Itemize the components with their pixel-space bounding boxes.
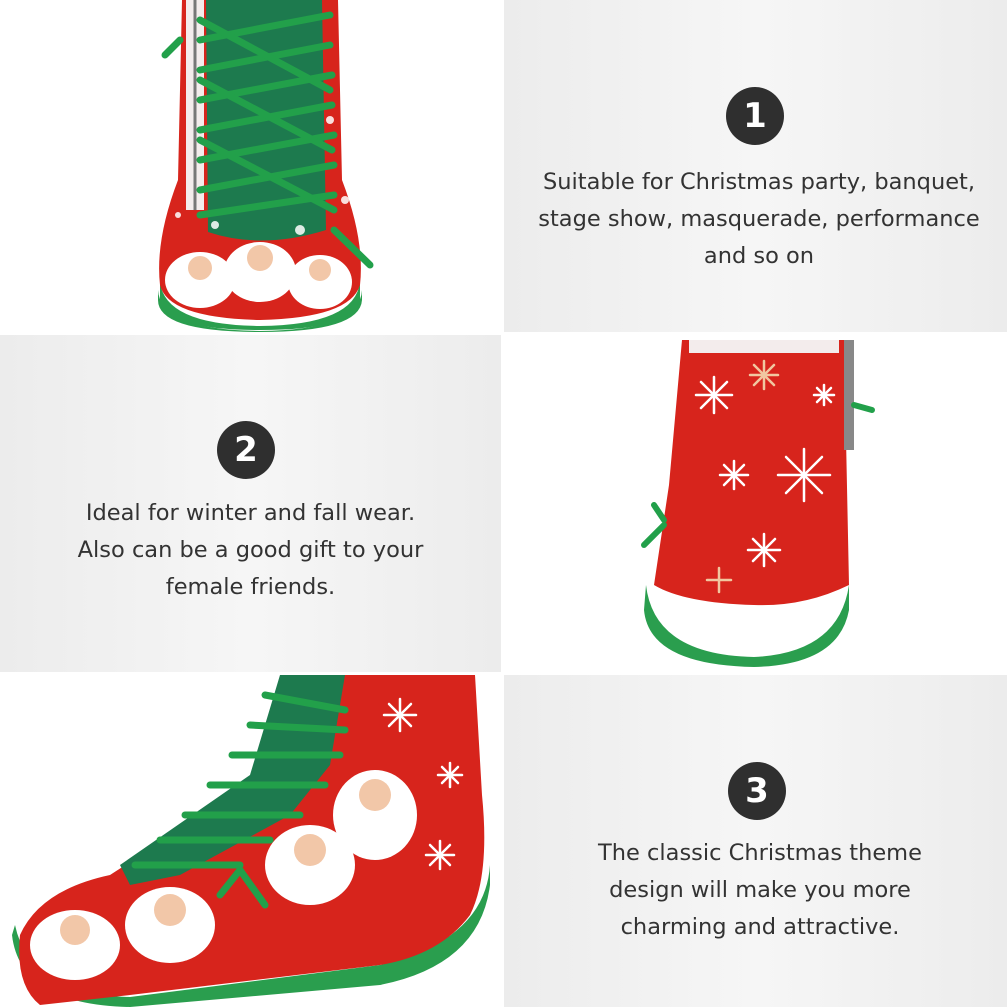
feature-description: The classic Christmas theme design will …	[598, 840, 922, 940]
feature-description: Suitable for Christmas party, banquet, s…	[538, 169, 980, 269]
feature-panel-2: 2 Ideal for winter and fall wear. Also c…	[0, 335, 501, 672]
boot-side-photo	[0, 675, 501, 1007]
feature-panel-3: 3 The classic Christmas theme design wil…	[504, 675, 1007, 1007]
feature-number-badge: 3	[728, 762, 786, 820]
feature-description: Ideal for winter and fall wear. Also can…	[77, 500, 424, 600]
feature-number-badge: 2	[217, 421, 275, 479]
feature-panel-1: 1 Suitable for Christmas party, banquet,…	[504, 0, 1007, 332]
boot-front-photo	[0, 0, 504, 332]
feature-number-badge: 1	[726, 87, 784, 145]
boot-back-photo	[504, 335, 1007, 672]
